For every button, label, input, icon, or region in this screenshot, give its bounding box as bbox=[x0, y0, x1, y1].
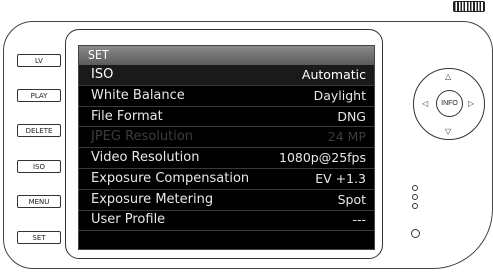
menu-item-value: EV +1.3 bbox=[315, 170, 366, 186]
indicator-dot bbox=[412, 203, 418, 209]
menu-item-label: Exposure Compensation bbox=[91, 170, 250, 186]
indicator-dot bbox=[412, 194, 418, 200]
battery-icon bbox=[453, 1, 485, 12]
menu-item[interactable]: Video Resolution 1080p@25fps bbox=[79, 148, 374, 169]
menu-title: SET bbox=[79, 46, 374, 65]
lcd-screen: SET ISO Automatic White Balance Daylight Fil… bbox=[78, 45, 375, 250]
menu-item[interactable]: File Format DNG bbox=[79, 107, 374, 128]
menu-item-value: Spot bbox=[337, 191, 366, 207]
menu-item-value: Daylight bbox=[313, 87, 366, 103]
menu-item-label: File Format bbox=[91, 108, 163, 124]
status-led bbox=[411, 229, 420, 238]
menu-item-label: JPEG Resolution bbox=[91, 129, 194, 145]
menu-item-value: DNG bbox=[337, 108, 366, 124]
menu-item[interactable]: Exposure Compensation EV +1.3 bbox=[79, 169, 374, 190]
menu-item[interactable]: User Profile --- bbox=[79, 211, 374, 232]
menu-item-value: 1080p@25fps bbox=[279, 150, 366, 166]
down-arrow-icon[interactable]: ▽ bbox=[445, 128, 451, 136]
menu-item-label: White Balance bbox=[91, 87, 185, 103]
menu-item: JPEG Resolution 24 MP bbox=[79, 127, 374, 149]
menu-item[interactable]: ISO Automatic bbox=[79, 65, 374, 86]
menu-item-label: User Profile bbox=[91, 212, 166, 228]
indicator-dot bbox=[412, 185, 418, 191]
delete-button[interactable]: DELETE bbox=[17, 124, 61, 137]
set-button[interactable]: SET bbox=[17, 231, 61, 244]
menu-item-label: ISO bbox=[91, 66, 114, 82]
iso-button[interactable]: ISO bbox=[17, 160, 61, 173]
up-arrow-icon[interactable]: △ bbox=[445, 73, 451, 81]
lv-button[interactable]: LV bbox=[17, 54, 61, 67]
menu-item-value: 24 MP bbox=[327, 129, 366, 145]
right-arrow-icon[interactable]: ▷ bbox=[468, 100, 474, 108]
menu-item-value: Automatic bbox=[301, 66, 366, 82]
info-button[interactable]: INFO bbox=[436, 90, 463, 117]
menu-item[interactable]: White Balance Daylight bbox=[79, 86, 374, 107]
menu-button[interactable]: MENU bbox=[17, 195, 61, 208]
menu-item-label: Video Resolution bbox=[91, 150, 200, 166]
menu-item-value: --- bbox=[352, 212, 366, 228]
menu-item[interactable]: Exposure Metering Spot bbox=[79, 190, 374, 211]
menu-list: ISO Automatic White Balance Daylight File Fo… bbox=[79, 65, 374, 232]
menu-item-label: Exposure Metering bbox=[91, 191, 214, 207]
play-button[interactable]: PLAY bbox=[17, 89, 61, 102]
left-arrow-icon[interactable]: ◁ bbox=[422, 100, 428, 108]
